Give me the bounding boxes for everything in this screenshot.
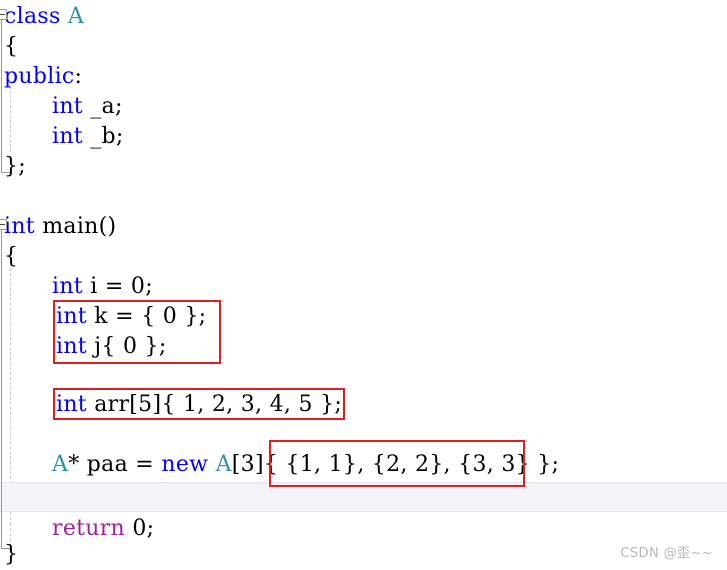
code-editor-canvas[interactable]: class A{public: int _a; int _b;}; int main(…: [0, 0, 727, 569]
fold-main-region-end: [1, 548, 10, 549]
fold-class-a-collapse-icon[interactable]: [0, 9, 7, 20]
code-line-3[interactable]: public:: [0, 62, 82, 92]
token-6-0: };: [4, 154, 27, 179]
code-line-4[interactable]: int _a;: [0, 92, 123, 122]
token-8-0: int: [4, 214, 35, 239]
code-line-18[interactable]: return 0;: [0, 514, 154, 544]
code-line-6[interactable]: };: [0, 152, 26, 182]
code-line-13[interactable]: [0, 362, 52, 392]
token-5-0: int: [52, 124, 83, 149]
code-line-15[interactable]: [0, 420, 52, 450]
fold-class-a-region-end: [1, 172, 10, 173]
code-line-7[interactable]: [0, 182, 4, 212]
csdn-watermark: CSDN @歪~~: [620, 546, 713, 561]
code-line-9[interactable]: {: [0, 242, 18, 272]
token-19-0: }: [4, 542, 19, 567]
token-10-1: i = 0;: [82, 274, 153, 299]
token-5-1: _b;: [82, 124, 124, 149]
annotation-box-brace-init-k-j: [53, 300, 221, 364]
token-9-0: {: [4, 244, 19, 269]
token-16-4: A: [215, 452, 232, 477]
annotation-box-array-brace-init: [53, 388, 345, 420]
token-16-1: * paa =: [68, 452, 162, 477]
code-line-8[interactable]: int main(): [0, 212, 116, 242]
code-line-17[interactable]: [0, 484, 52, 514]
token-1-1: [61, 4, 68, 29]
code-line-1[interactable]: class A: [0, 2, 84, 32]
token-1-0: class: [4, 4, 61, 29]
code-line-10[interactable]: int i = 0;: [0, 272, 153, 302]
token-16-3: [208, 452, 215, 477]
token-3-0: public: [4, 64, 75, 89]
code-line-19[interactable]: }: [0, 540, 18, 570]
token-4-1: _a;: [82, 94, 123, 119]
annotation-box-new-array-brace-init: [269, 440, 525, 487]
token-3-1: :: [74, 64, 83, 89]
token-1-2: A: [67, 4, 85, 29]
code-line-2[interactable]: {: [0, 32, 18, 62]
fold-main-collapse-icon[interactable]: [0, 219, 7, 230]
token-4-0: int: [52, 94, 83, 119]
token-10-0: int: [52, 274, 83, 299]
token-18-0: return: [52, 516, 126, 541]
code-line-5[interactable]: int _b;: [0, 122, 124, 152]
token-2-0: {: [4, 34, 19, 59]
token-16-0: A: [52, 452, 69, 477]
token-8-1: main(): [34, 214, 117, 239]
token-18-1: 0;: [125, 516, 155, 541]
token-16-2: new: [161, 452, 209, 477]
